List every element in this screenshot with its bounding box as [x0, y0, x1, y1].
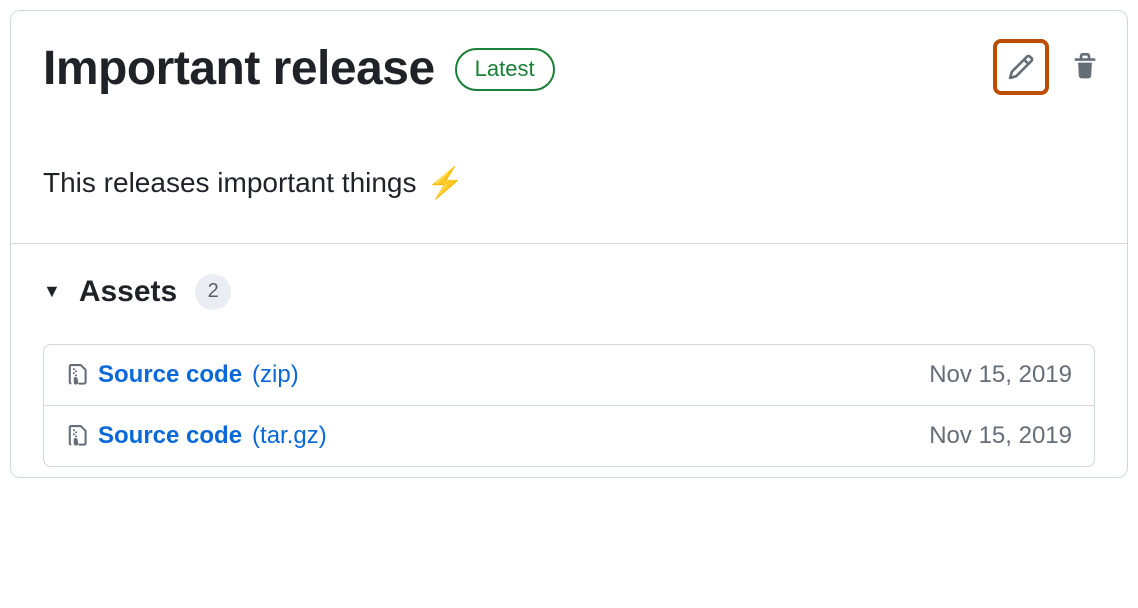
- assets-list: Source code (zip) Nov 15, 2019 Source co…: [43, 344, 1095, 467]
- file-zip-icon: [66, 425, 88, 447]
- release-card: Important release Latest This releases i…: [10, 10, 1128, 478]
- pencil-icon: [1007, 53, 1035, 81]
- edit-button[interactable]: [993, 39, 1049, 95]
- assets-section: ▼ Assets 2 Source code (zip) Nov 15, 201…: [11, 244, 1127, 477]
- asset-link: Source code (zip): [66, 361, 929, 389]
- asset-ext: (tar.gz): [252, 422, 327, 450]
- asset-name: Source code: [98, 361, 242, 389]
- asset-date: Nov 15, 2019: [929, 422, 1072, 450]
- assets-toggle[interactable]: ▼ Assets 2: [43, 274, 1095, 310]
- latest-badge: Latest: [455, 48, 555, 91]
- release-header: Important release Latest This releases i…: [11, 11, 1127, 243]
- asset-row[interactable]: Source code (zip) Nov 15, 2019: [44, 345, 1094, 405]
- asset-link: Source code (tar.gz): [66, 422, 929, 450]
- title-row: Important release Latest: [43, 43, 1095, 96]
- lightning-icon: ⚡: [427, 166, 464, 201]
- file-zip-icon: [66, 364, 88, 386]
- action-icons: [993, 39, 1105, 95]
- asset-date: Nov 15, 2019: [929, 361, 1072, 389]
- asset-row[interactable]: Source code (tar.gz) Nov 15, 2019: [44, 405, 1094, 466]
- release-description-text: This releases important things: [43, 167, 417, 199]
- assets-count-badge: 2: [195, 274, 231, 310]
- asset-ext: (zip): [252, 361, 299, 389]
- delete-button[interactable]: [1065, 47, 1105, 87]
- trash-icon: [1071, 53, 1099, 81]
- chevron-down-icon: ▼: [43, 281, 61, 302]
- asset-name: Source code: [98, 422, 242, 450]
- release-description: This releases important things ⚡: [43, 166, 1095, 201]
- assets-title: Assets: [79, 275, 177, 309]
- release-title: Important release: [43, 43, 435, 96]
